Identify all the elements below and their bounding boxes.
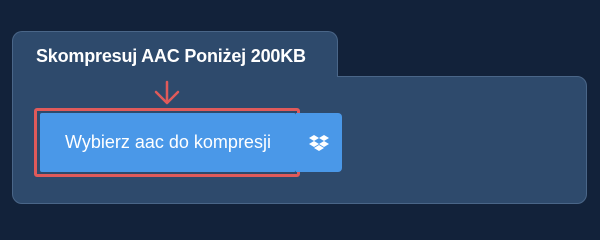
dropbox-button[interactable]	[296, 113, 342, 172]
dropbox-icon	[309, 134, 329, 151]
select-file-button[interactable]: Wybierz aac do kompresji	[40, 113, 296, 172]
arrow-down-icon	[154, 80, 180, 105]
panel-title: Skompresuj AAC Poniżej 200KB	[36, 46, 306, 66]
compress-widget: Skompresuj AAC Poniżej 200KB Wybierz aac…	[0, 0, 600, 230]
